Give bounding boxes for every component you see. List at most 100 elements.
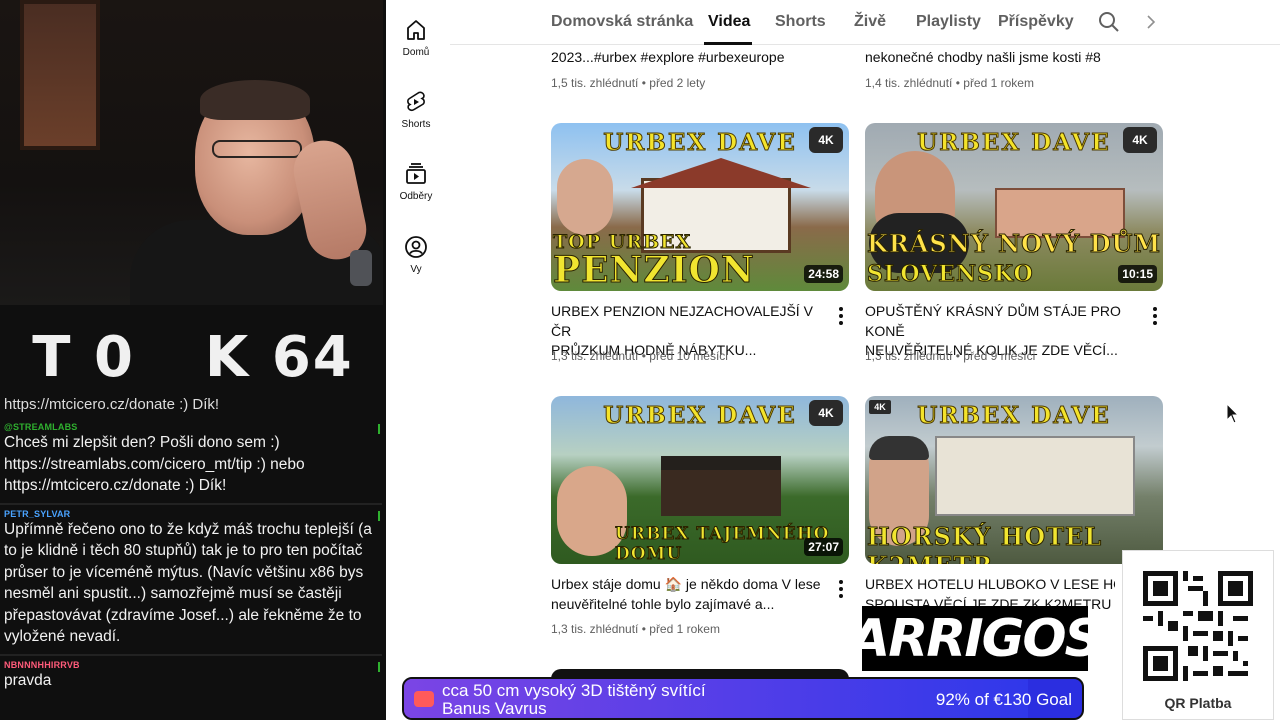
video-age: před 10 měsíci (649, 349, 728, 363)
nav-subscriptions-label: Odběry (399, 191, 433, 202)
thumbnail-brand: URBEX DAVE (917, 402, 1111, 430)
video-title[interactable]: 2023...#urbex #explore #urbexeurope (551, 48, 841, 68)
tab-shorts[interactable]: Shorts (775, 13, 826, 31)
video-title[interactable]: Urbex stáje domu 🏠 je někdo doma V lese … (551, 575, 831, 614)
streamer-glasses (212, 140, 302, 158)
4k-badge: 4K (1123, 127, 1157, 153)
tab-posts[interactable]: Příspěvky (998, 13, 1074, 31)
nav-shorts[interactable]: Shorts (386, 90, 446, 130)
video-views: 1,3 tis. zhlédnutí (551, 622, 639, 636)
thumbnail-caption: SLOVENSKO (867, 261, 1034, 288)
sponsor-logo: ARRIGOS (850, 606, 1102, 671)
nav-you-label: Vy (410, 264, 422, 275)
more-options-icon[interactable] (1153, 307, 1157, 328)
wrist-watch (350, 250, 372, 286)
video-meta: 1,3 tis. zhlédnutí • před 1 rokem (551, 622, 720, 636)
tab-live[interactable]: Živě (854, 13, 886, 31)
video-views: 1,4 tis. zhlédnutí (865, 76, 953, 90)
4k-badge: 4K (809, 400, 843, 426)
qr-code-icon (1143, 571, 1253, 681)
account-icon (405, 236, 427, 258)
youtube-mini-guide: Domů Shorts Odběry Vy (386, 0, 450, 720)
video-title[interactable]: nekonečné chodby našli jsme kosti #8 (865, 48, 1155, 68)
chat-text: pravda (4, 671, 52, 689)
video-meta: 1,3 tis. zhlédnutí • před 10 měsíci (551, 349, 728, 363)
video-meta: 1,5 tis. zhlédnutí • před 2 lety (551, 76, 706, 90)
video-thumbnail[interactable]: URBEX DAVE 4K HORSKÝ HOTEL K2METR (865, 396, 1163, 564)
thumbnail-brand: URBEX DAVE (603, 402, 797, 430)
qr-label: QR Platba (1164, 695, 1232, 711)
active-tab-indicator (704, 42, 752, 45)
video-views: 1,3 tis. zhlédnutí (865, 349, 953, 363)
video-duration: 10:15 (1118, 265, 1157, 283)
chat-username: @STREAMLABS (4, 422, 78, 432)
video-age: před 9 měsíci (963, 349, 1036, 363)
goal-title-line: Banus Vavrus (442, 699, 547, 718)
home-icon (407, 20, 425, 40)
donation-goal-bar: cca 50 cm vysoký 3D tištěný svítící Banu… (402, 677, 1084, 720)
video-thumbnail[interactable]: URBEX DAVE 4K URBEX TAJEMNÉHO DOMU 27:07 (551, 396, 849, 564)
more-options-icon[interactable] (839, 307, 843, 328)
video-age: před 2 lety (649, 76, 706, 90)
chevron-right-icon[interactable] (1146, 14, 1156, 30)
mouse-cursor-icon (1226, 403, 1240, 424)
more-options-icon[interactable] (839, 580, 843, 601)
chat-partial-line: https://mtcicero.cz/donate :) Dík! (4, 398, 220, 413)
chat-message: NBNNNHHIRRVB pravda (0, 656, 382, 698)
nav-home-label: Domů (402, 47, 430, 58)
chat-text: Upřímně řečeno ono to že když máš trochu… (4, 520, 372, 646)
chat-panel: https://mtcicero.cz/donate :) Dík! @STRE… (0, 398, 382, 720)
nav-you[interactable]: Vy (386, 235, 446, 275)
thumbnail-caption: PENZION (553, 249, 755, 292)
nav-subscriptions[interactable]: Odběry (386, 162, 446, 202)
chat-username: NBNNNHHIRRVB (4, 659, 80, 670)
chat-message: PETR_SYLVAR Upřímně řečeno ono to že kdy… (0, 505, 382, 656)
goal-progress-text: 92% of €130 Goal (935, 690, 1072, 709)
chat-message: @STREAMLABS Chceš mi zlepšit den? Pošli … (0, 418, 382, 505)
video-title-line: OPUŠTĚNÝ KRÁSNÝ DŮM STÁJE PRO KONĚ (865, 303, 1121, 339)
search-icon[interactable] (1098, 11, 1120, 33)
video-views: 1,3 tis. zhlédnutí (551, 349, 639, 363)
video-title-line: URBEX HOTELU HLUBOKO V LESE HOD (865, 576, 1115, 592)
video-meta: 1,3 tis. zhlédnutí • před 9 měsíci (865, 349, 1036, 363)
video-meta: 1,4 tis. zhlédnutí • před 1 rokem (865, 76, 1034, 90)
chat-username: PETR_SYLVAR (4, 508, 71, 519)
subscriptions-icon (406, 163, 426, 184)
video-duration: 24:58 (804, 265, 843, 283)
video-title-line: neuvěřitelné tohle bylo zajímavé a... (551, 595, 775, 612)
thumbnail-caption: KRÁSNÝ NOVÝ DŮM (866, 229, 1162, 259)
video-age: před 1 rokem (963, 76, 1034, 90)
video-title-line: Urbex stáje domu 🏠 je někdo doma V lese (551, 576, 821, 592)
channel-tabs: Domovská stránka Videa Shorts Živě Playl… (450, 0, 1280, 45)
webcam-feed (0, 0, 383, 305)
thumbnail-brand: URBEX DAVE (603, 129, 797, 157)
qr-payment-widget: QR Platba (1122, 550, 1274, 720)
4k-badge: 4K (869, 400, 891, 414)
goal-title: cca 50 cm vysoký 3D tištěný svítící Banu… (442, 682, 706, 718)
streamer-hair (200, 80, 310, 120)
video-thumbnail[interactable]: URBEX DAVE 4K KRÁSNÝ NOVÝ DŮM SLOVENSKO … (865, 123, 1163, 291)
stream-counter: T 0 K 64 (0, 310, 386, 405)
nav-shorts-label: Shorts (401, 119, 431, 130)
video-title-line: URBEX PENZION NEJZACHOVALEJŠÍ V ČR (551, 303, 813, 339)
tab-home[interactable]: Domovská stránka (551, 13, 693, 31)
chat-text: Chceš mi zlepšit den? Pošli dono sem :) … (4, 434, 305, 494)
shorts-icon (407, 91, 425, 112)
tab-playlists[interactable]: Playlisty (916, 13, 981, 31)
thumbnail-caption: HORSKÝ HOTEL K2METR (867, 522, 1103, 565)
video-age: před 1 rokem (649, 622, 720, 636)
video-duration: 27:07 (804, 538, 843, 556)
tab-videos[interactable]: Videa (708, 13, 750, 31)
thumbnail-brand: URBEX DAVE (917, 129, 1111, 157)
counter-left: T 0 (32, 325, 135, 390)
sponsor-logo-text: ARRIGOS (850, 608, 1102, 669)
goal-icon (414, 691, 434, 707)
stream-overlay: T 0 K 64 https://mtcicero.cz/donate :) D… (0, 0, 386, 720)
counter-right: K 64 (204, 325, 354, 390)
nav-home[interactable]: Domů (386, 18, 446, 58)
4k-badge: 4K (809, 127, 843, 153)
video-views: 1,5 tis. zhlédnutí (551, 76, 639, 90)
goal-title-line: cca 50 cm vysoký 3D tištěný svítící (442, 681, 706, 700)
video-thumbnail[interactable]: URBEX DAVE 4K TOP URBEX PENZION 24:58 (551, 123, 849, 291)
wall-picture (20, 0, 100, 150)
